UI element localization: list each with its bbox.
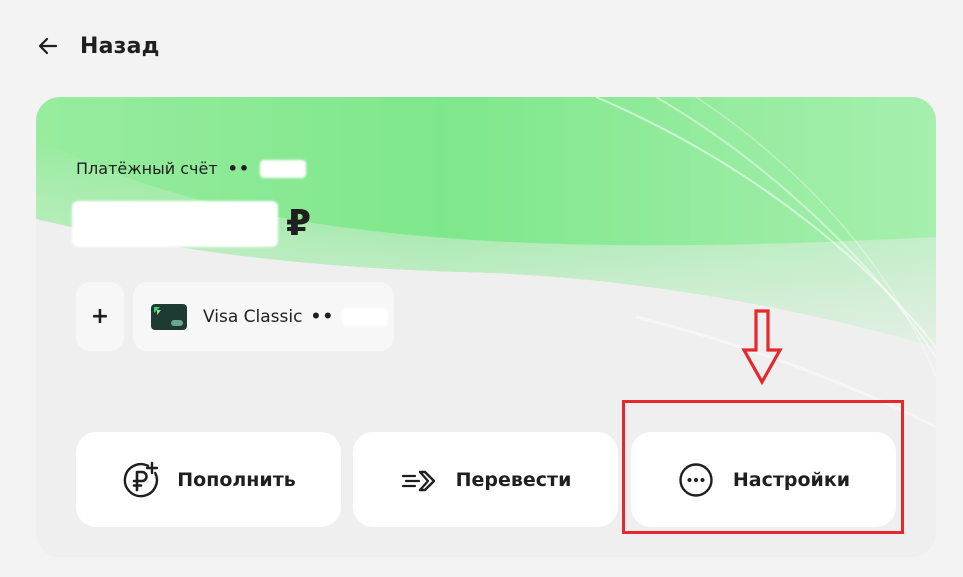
card-thumbnail-icon xyxy=(151,303,187,330)
balance-redacted xyxy=(72,201,278,247)
transfer-label: Перевести xyxy=(455,468,572,491)
card-chip-visa[interactable]: Visa Classic •• xyxy=(133,282,394,351)
settings-button[interactable]: Настройки xyxy=(631,432,896,527)
transfer-arrow-icon xyxy=(401,470,435,491)
top-up-label: Пополнить xyxy=(177,468,296,491)
transfer-button[interactable]: Перевести xyxy=(353,432,618,527)
card-chips: + Visa Classic •• xyxy=(76,282,394,351)
card-chip-text: Visa Classic •• xyxy=(203,306,389,327)
account-title-label: Платёжный счёт xyxy=(76,159,218,178)
add-card-label: + xyxy=(90,304,110,329)
top-up-button[interactable]: Пополнить xyxy=(76,432,341,527)
settings-label: Настройки xyxy=(732,468,851,491)
card-number-mask: •• xyxy=(310,306,335,327)
currency-symbol: ₽ xyxy=(286,203,312,244)
arrow-left-icon xyxy=(38,37,58,55)
account-number-mask: •• xyxy=(227,159,251,178)
account-number-redacted xyxy=(260,159,307,178)
card-name: Visa Classic xyxy=(203,306,303,327)
add-card-button[interactable]: + xyxy=(76,282,124,351)
ruble-plus-icon xyxy=(123,461,159,497)
back-label: Назад xyxy=(80,33,160,59)
more-horizontal-icon xyxy=(679,462,713,497)
back-button[interactable]: Назад xyxy=(36,28,160,64)
account-title: Платёжный счёт •• xyxy=(76,159,307,178)
card-number-redacted xyxy=(342,307,389,326)
balance: ₽ xyxy=(72,201,311,247)
